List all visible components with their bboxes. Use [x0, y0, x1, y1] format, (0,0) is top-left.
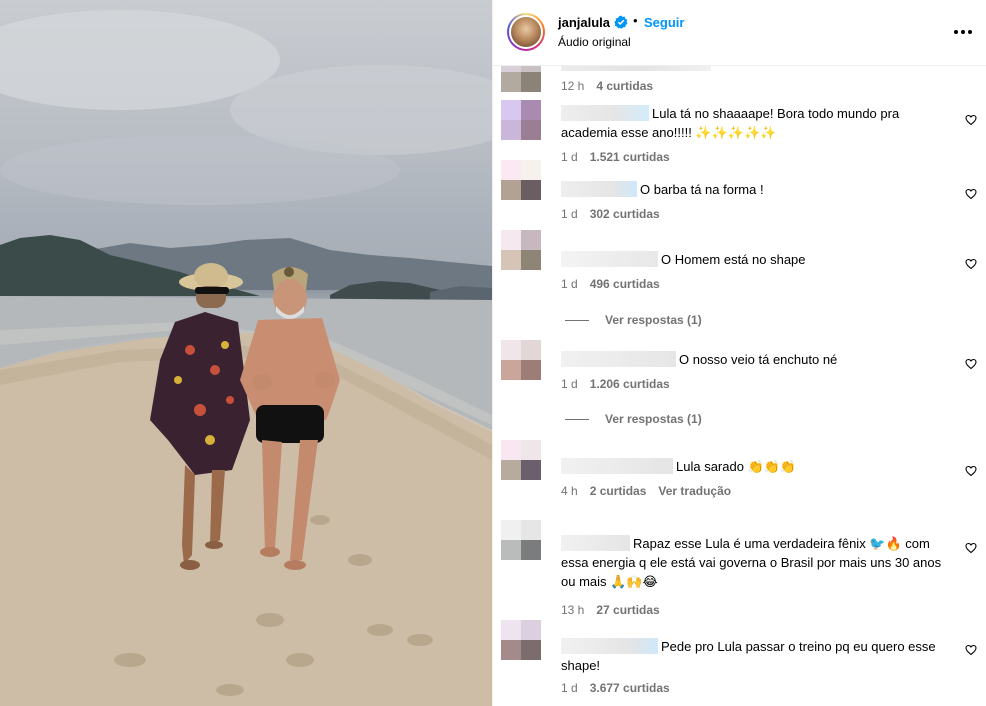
- comment-meta: 1 d 496 curtidas: [561, 277, 672, 291]
- comment-likes[interactable]: 302 curtidas: [590, 207, 660, 221]
- like-heart-icon[interactable]: [965, 358, 977, 370]
- comment-likes[interactable]: 1.206 curtidas: [590, 377, 670, 391]
- comment-body: Rapaz esse Lula é uma verdadeira fênix 🐦…: [561, 534, 953, 591]
- comment-time: 1 d: [561, 277, 578, 291]
- comment-meta: 12 h 4 curtidas: [561, 79, 665, 93]
- like-heart-icon[interactable]: [965, 188, 977, 200]
- comment-time: 1 d: [561, 207, 578, 221]
- blurred-username[interactable]: [561, 638, 658, 654]
- comment-likes[interactable]: 496 curtidas: [590, 277, 660, 291]
- avatar-image: [509, 15, 543, 49]
- blurred-username[interactable]: [561, 458, 673, 474]
- comment-body: O nosso veio tá enchuto né: [561, 350, 953, 369]
- like-heart-icon[interactable]: [965, 258, 977, 270]
- comment-time: 13 h: [561, 603, 585, 617]
- view-replies-label: Ver respostas (1): [605, 412, 702, 426]
- comment-text: O barba tá na forma !: [640, 182, 764, 197]
- comment-likes[interactable]: 3.677 curtidas: [590, 681, 670, 695]
- comment-time: 4 h: [561, 484, 578, 498]
- comment-likes[interactable]: 4 curtidas: [596, 79, 653, 93]
- comment-body: Lula tá no shaaaape! Bora todo mundo pra…: [561, 104, 953, 142]
- commenter-avatar[interactable]: [501, 66, 541, 92]
- view-replies-button[interactable]: Ver respostas (1): [565, 313, 702, 327]
- comment-time: 1 d: [561, 150, 578, 164]
- comment-text: O Homem está no shape: [661, 252, 806, 267]
- commenter-avatar[interactable]: [501, 340, 541, 380]
- comment-text: [561, 66, 953, 73]
- comment-body: O Homem está no shape: [561, 250, 953, 269]
- commenter-avatar[interactable]: [501, 520, 541, 560]
- like-heart-icon[interactable]: [965, 465, 977, 477]
- comment-time: 12 h: [561, 79, 585, 93]
- comment-text: O nosso veio tá enchuto né: [679, 352, 838, 367]
- comment-meta: 13 h 27 curtidas: [561, 603, 672, 617]
- blurred-username[interactable]: [561, 535, 630, 551]
- blurred-username[interactable]: [561, 251, 658, 267]
- commenter-avatar[interactable]: [501, 230, 541, 270]
- like-heart-icon[interactable]: [965, 644, 977, 656]
- commenter-avatar[interactable]: [501, 100, 541, 140]
- comment-meta: 1 d 1.206 curtidas: [561, 377, 682, 391]
- comment-meta: 1 d 3.677 curtidas: [561, 681, 682, 695]
- commenter-avatar[interactable]: [501, 440, 541, 480]
- like-heart-icon[interactable]: [965, 114, 977, 126]
- comments-list[interactable]: 12 h 4 curtidas Lula tá no shaaaape! Bora…: [493, 66, 986, 706]
- comment-meta: 1 d 302 curtidas: [561, 207, 672, 221]
- translate-button[interactable]: Ver tradução: [658, 484, 731, 498]
- follow-button[interactable]: Seguir: [644, 15, 684, 30]
- comment-time: 1 d: [561, 681, 578, 695]
- commenter-avatar[interactable]: [501, 620, 541, 660]
- comment-body: O barba tá na forma !: [561, 180, 953, 199]
- separator-dot: •: [633, 13, 638, 28]
- blurred-username[interactable]: [561, 181, 637, 197]
- comment-likes[interactable]: 2 curtidas: [590, 484, 647, 498]
- blurred-username[interactable]: [561, 105, 649, 121]
- comment-text: Lula sarado 👏👏👏: [676, 459, 797, 474]
- comment-body: Pede pro Lula passar o treino pq eu quer…: [561, 637, 953, 675]
- comment-time: 1 d: [561, 377, 578, 391]
- comment-meta: 4 h 2 curtidas Ver tradução: [561, 484, 743, 498]
- blurred-username[interactable]: [561, 351, 676, 367]
- comment-likes[interactable]: 1.521 curtidas: [590, 150, 670, 164]
- comment-body: Lula sarado 👏👏👏: [561, 457, 953, 476]
- comments-panel: janjalula • Seguir Áudio original 12 h 4 …: [492, 0, 986, 706]
- verified-badge-icon: [614, 15, 628, 29]
- original-audio-link[interactable]: Áudio original: [558, 35, 631, 49]
- username-link[interactable]: janjalula: [558, 15, 610, 30]
- post-header: janjalula • Seguir Áudio original: [493, 0, 986, 66]
- commenter-avatar[interactable]: [501, 160, 541, 200]
- profile-avatar[interactable]: [507, 13, 545, 51]
- post-media-image[interactable]: [0, 0, 492, 706]
- comment-likes[interactable]: 27 curtidas: [596, 603, 659, 617]
- like-heart-icon[interactable]: [965, 542, 977, 554]
- beach-photo: [0, 10, 492, 706]
- view-replies-button[interactable]: Ver respostas (1): [565, 412, 702, 426]
- comment-meta: 1 d 1.521 curtidas: [561, 150, 682, 164]
- more-options-icon[interactable]: [953, 22, 973, 42]
- view-replies-label: Ver respostas (1): [605, 313, 702, 327]
